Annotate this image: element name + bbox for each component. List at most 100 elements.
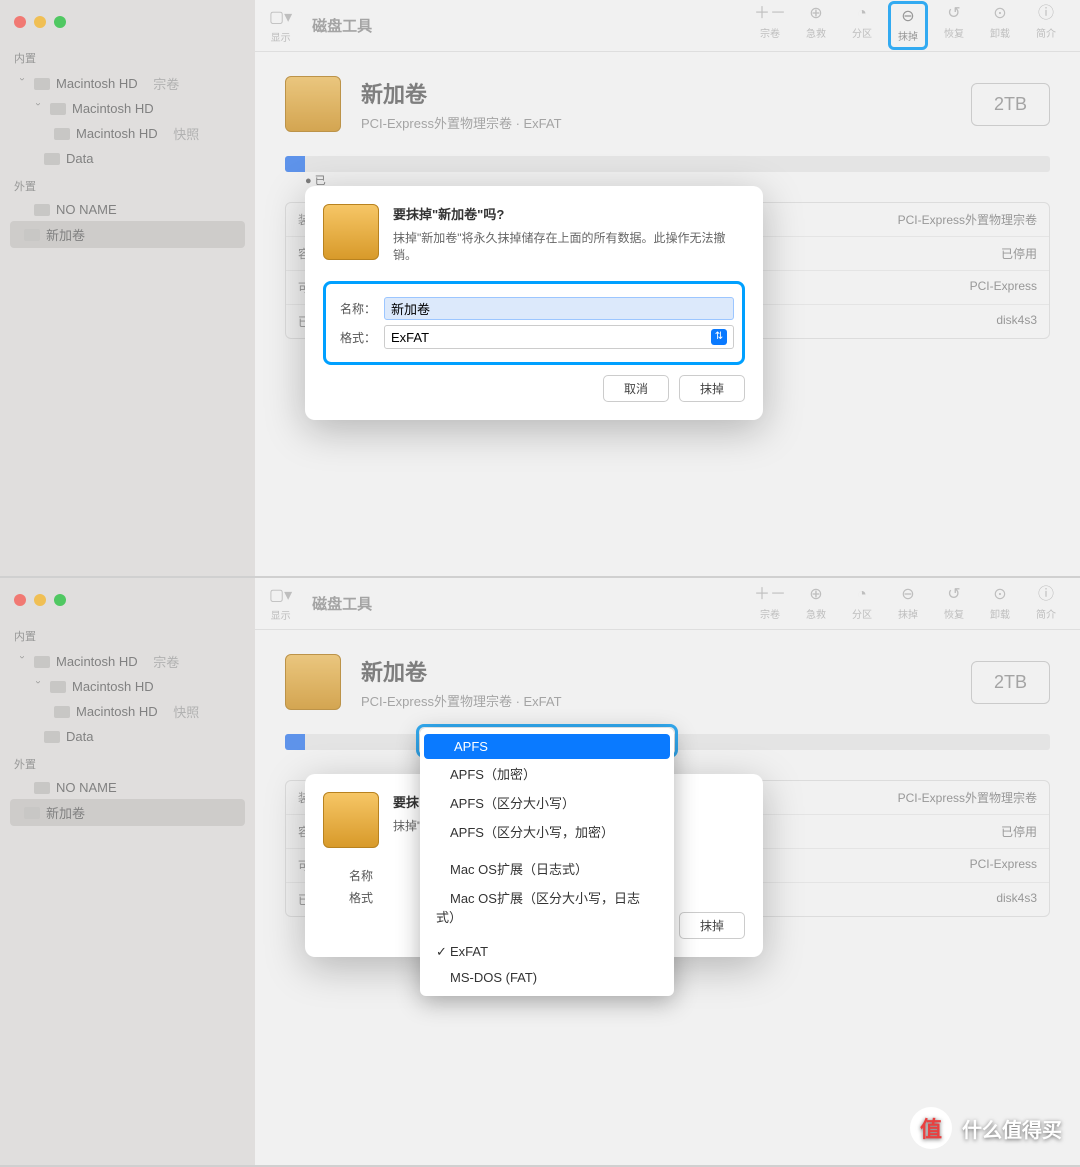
usage-segment <box>285 734 305 750</box>
dialog-title: 要抹掉"新加卷"吗? <box>393 204 745 223</box>
close-icon[interactable] <box>14 16 26 28</box>
format-label: 格式 <box>331 889 373 906</box>
zoom-icon[interactable] <box>54 16 66 28</box>
zoom-icon[interactable] <box>54 594 66 606</box>
chevron-down-icon: › <box>33 103 44 115</box>
unmount-icon: ⊙ <box>993 586 1006 604</box>
toolbar-restore-button[interactable]: ↺恢复 <box>934 582 974 625</box>
toolbar-volume-button[interactable]: ＋－宗卷 <box>750 1 790 50</box>
usage-bar: ● 已 <box>285 156 1050 172</box>
watermark-badge-icon: 值 <box>910 1107 952 1149</box>
sidebar-item-mac-hd-root[interactable]: ›Macintosh HD 宗卷 <box>10 648 245 675</box>
disk-icon <box>34 782 50 794</box>
dropdown-option-exfat[interactable]: ✓ExFAT <box>420 939 674 965</box>
sidebar-item-data[interactable]: Data <box>10 147 245 170</box>
sidebar-item-mac-hd-snapshot[interactable]: Macintosh HD 快照 <box>10 120 245 147</box>
checkmark-icon: ✓ <box>436 944 450 960</box>
dropdown-option-macos-journaled[interactable]: Mac OS扩展（日志式） <box>420 854 674 883</box>
firstaid-icon: ⊕ <box>809 5 822 23</box>
volume-name: 新加卷 <box>361 655 562 687</box>
toolbar: ▢▾ 显示 磁盘工具 ＋－宗卷 ⊕急救 ◔分区 ⊖抹掉 ↺恢复 ⊙卸载 ⓘ简介 <box>255 0 1080 52</box>
dropdown-option-macos-case-journaled[interactable]: Mac OS扩展（区分大小写，日志式） <box>420 883 674 931</box>
sidebar-item-mac-hd[interactable]: ›Macintosh HD <box>10 675 245 698</box>
chevron-down-icon: › <box>17 656 28 668</box>
sidebar-item-noname[interactable]: NO NAME <box>10 776 245 799</box>
dialog-disk-icon <box>323 792 379 848</box>
chevron-updown-icon: ⇅ <box>711 329 727 345</box>
partition-icon: ◔ <box>857 5 867 23</box>
minimize-icon[interactable] <box>34 594 46 606</box>
toolbar-buttons: ＋－宗卷 ⊕急救 ◔分区 ⊖抹掉 ↺恢复 ⊙卸载 ⓘ简介 <box>750 582 1066 625</box>
cancel-button[interactable]: 取消 <box>603 375 669 402</box>
sidebar: 内置 ›Macintosh HD 宗卷 ›Macintosh HD Macint… <box>0 578 255 1165</box>
disk-icon <box>24 229 40 241</box>
disk-icon <box>50 103 66 115</box>
disk-icon <box>44 153 60 165</box>
minimize-icon[interactable] <box>34 16 46 28</box>
dialog-message: 抹掉"新加卷"将永久抹掉储存在上面的所有数据。此操作无法撤销。 <box>393 229 745 263</box>
volume-header: 新加卷 PCI-Express外置物理宗卷 · ExFAT 2TB <box>255 52 1080 156</box>
toolbar-partition-button[interactable]: ◔分区 <box>842 582 882 625</box>
name-input[interactable] <box>384 297 734 320</box>
screenshot-bottom: 内置 ›Macintosh HD 宗卷 ›Macintosh HD Macint… <box>0 578 1080 1167</box>
erase-button[interactable]: 抹掉 <box>679 375 745 402</box>
volume-name: 新加卷 <box>361 77 562 109</box>
format-select[interactable]: ExFAT ⇅ <box>384 325 734 349</box>
erase-button[interactable]: 抹掉 <box>679 912 745 939</box>
sidebar-item-xinjuan[interactable]: 新加卷 <box>10 221 245 248</box>
watermark: 值 什么值得买 <box>910 1107 1062 1149</box>
disk-icon <box>54 128 70 140</box>
sidebar-item-mac-hd-snapshot[interactable]: Macintosh HD 快照 <box>10 698 245 725</box>
volume-capacity: 2TB <box>971 661 1050 704</box>
disk-icon <box>54 706 70 718</box>
toolbar-restore-button[interactable]: ↺恢复 <box>934 1 974 50</box>
partition-icon: ◔ <box>857 586 867 604</box>
toolbar-info-button[interactable]: ⓘ简介 <box>1026 582 1066 625</box>
toolbar-erase-button[interactable]: ⊖抹掉 <box>888 1 928 50</box>
toolbar-partition-button[interactable]: ◔分区 <box>842 1 882 50</box>
chevron-down-icon: › <box>17 78 28 90</box>
toolbar-buttons: ＋－宗卷 ⊕急救 ◔分区 ⊖抹掉 ↺恢复 ⊙卸载 ⓘ简介 <box>750 1 1066 50</box>
toolbar-unmount-button[interactable]: ⊙卸载 <box>980 1 1020 50</box>
info-icon: ⓘ <box>1038 586 1054 604</box>
sidebar-item-mac-hd[interactable]: ›Macintosh HD <box>10 97 245 120</box>
sidebar-item-noname[interactable]: NO NAME <box>10 198 245 221</box>
volume-icon <box>285 76 341 132</box>
app-title: 磁盘工具 <box>312 15 372 36</box>
screenshot-top: 内置 ›Macintosh HD 宗卷 ›Macintosh HD Macint… <box>0 0 1080 578</box>
format-label: 格式： <box>334 329 376 346</box>
sidebar-toggle-icon: ▢▾ <box>269 7 292 27</box>
info-icon: ⓘ <box>1038 5 1054 23</box>
sidebar-item-mac-hd-root[interactable]: ›Macintosh HD 宗卷 <box>10 70 245 97</box>
volume-subtitle: PCI-Express外置物理宗卷 · ExFAT <box>361 691 562 710</box>
dropdown-option-apfs-case-encrypted[interactable]: APFS（区分大小写，加密） <box>420 817 674 846</box>
sidebar: 内置 ›Macintosh HD 宗卷 ›Macintosh HD Macint… <box>0 0 255 576</box>
window-controls <box>10 8 245 42</box>
view-toggle[interactable]: ▢▾ 显示 <box>269 7 292 44</box>
toolbar-unmount-button[interactable]: ⊙卸载 <box>980 582 1020 625</box>
sidebar-toggle-icon: ▢▾ <box>269 585 292 605</box>
toolbar-volume-button[interactable]: ＋－宗卷 <box>750 582 790 625</box>
dialog-disk-icon <box>323 204 379 260</box>
volume-capacity: 2TB <box>971 83 1050 126</box>
sidebar-item-data[interactable]: Data <box>10 725 245 748</box>
sidebar-item-xinjuan[interactable]: 新加卷 <box>10 799 245 826</box>
dropdown-option-apfs[interactable]: APFS <box>424 734 670 759</box>
toolbar-firstaid-button[interactable]: ⊕急救 <box>796 1 836 50</box>
view-toggle[interactable]: ▢▾ 显示 <box>269 585 292 622</box>
disk-icon <box>34 78 50 90</box>
volume-subtitle: PCI-Express外置物理宗卷 · ExFAT <box>361 113 562 132</box>
disk-icon <box>24 807 40 819</box>
dropdown-option-apfs-case[interactable]: APFS（区分大小写） <box>420 788 674 817</box>
dropdown-option-apfs-encrypted[interactable]: APFS（加密） <box>420 759 674 788</box>
erase-icon: ⊖ <box>901 586 914 604</box>
toolbar-firstaid-button[interactable]: ⊕急救 <box>796 582 836 625</box>
dropdown-option-msdos[interactable]: MS-DOS (FAT) <box>420 965 674 990</box>
dialog-form: 名称： 格式： ExFAT ⇅ <box>323 281 745 365</box>
close-icon[interactable] <box>14 594 26 606</box>
toolbar-erase-button[interactable]: ⊖抹掉 <box>888 582 928 625</box>
firstaid-icon: ⊕ <box>809 586 822 604</box>
sidebar-section-internal: 内置 <box>14 50 241 66</box>
unmount-icon: ⊙ <box>993 5 1006 23</box>
toolbar-info-button[interactable]: ⓘ简介 <box>1026 1 1066 50</box>
